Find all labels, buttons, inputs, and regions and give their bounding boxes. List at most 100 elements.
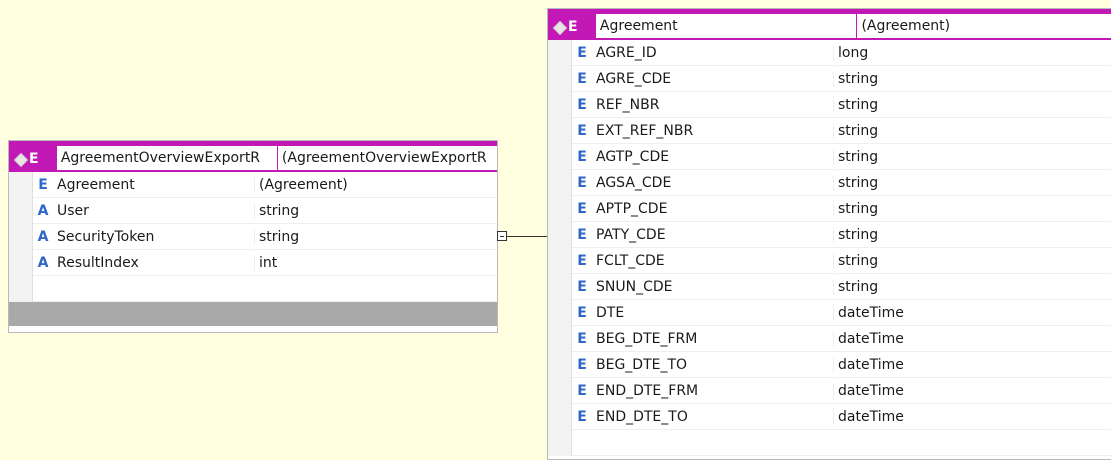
entity-diamond-icon: [15, 154, 25, 164]
field-name-cell[interactable]: E BEG_DTE_TO: [572, 356, 834, 373]
entity-title-name[interactable]: AgreementOverviewExportR: [56, 146, 278, 172]
field-name: END_DTE_FRM: [596, 382, 699, 399]
field-name-cell[interactable]: E AGTP_CDE: [572, 148, 834, 165]
field-name-cell[interactable]: A User: [33, 202, 255, 219]
field-kind-icon: E: [577, 304, 587, 321]
field-name-cell[interactable]: E AGSA_CDE: [572, 174, 834, 191]
entity-title-bar[interactable]: E Agreement (Agreement): [548, 9, 1111, 40]
field-type: string: [259, 228, 300, 245]
field-row[interactable]: A User string: [33, 198, 497, 224]
title-badges: E: [9, 146, 57, 172]
field-name: EXT_REF_NBR: [596, 122, 694, 139]
field-name: User: [57, 202, 89, 219]
field-name-cell[interactable]: E PATY_CDE: [572, 226, 834, 243]
field-row[interactable]: E REF_NBR string: [572, 92, 1111, 118]
fields-grid: E AGRE_ID long E AGRE_CDE string E REF_N…: [572, 40, 1111, 456]
field-type: dateTime: [838, 356, 904, 373]
field-type: string: [838, 70, 879, 87]
field-row[interactable]: A ResultIndex int: [33, 250, 497, 276]
field-name: AGTP_CDE: [596, 148, 670, 165]
field-name: SecurityToken: [57, 228, 155, 245]
field-name-cell[interactable]: A SecurityToken: [33, 228, 255, 245]
field-kind-icon: E: [38, 176, 48, 193]
field-name-cell[interactable]: E REF_NBR: [572, 96, 834, 113]
field-name-cell[interactable]: E AGRE_CDE: [572, 70, 834, 87]
field-type: string: [838, 96, 879, 113]
entity-agreementoverviewexport[interactable]: E AgreementOverviewExportR (AgreementOve…: [8, 140, 498, 333]
entity-fields: E Agreement (Agreement) A User string A …: [9, 172, 497, 302]
field-row[interactable]: E BEG_DTE_TO dateTime: [572, 352, 1111, 378]
field-type: dateTime: [838, 408, 904, 425]
field-row[interactable]: E EXT_REF_NBR string: [572, 118, 1111, 144]
field-type: dateTime: [838, 330, 904, 347]
field-row[interactable]: E AGRE_CDE string: [572, 66, 1111, 92]
field-name-cell[interactable]: E SNUN_CDE: [572, 278, 834, 295]
field-name: AGRE_ID: [596, 44, 657, 61]
field-name: BEG_DTE_FRM: [596, 330, 698, 347]
entity-title-type[interactable]: (Agreement): [857, 14, 1111, 40]
entity-title-name[interactable]: Agreement: [595, 14, 858, 40]
field-row[interactable]: E AGTP_CDE string: [572, 144, 1111, 170]
entity-type-badge: E: [29, 151, 39, 167]
field-row[interactable]: E DTE dateTime: [572, 300, 1111, 326]
field-type: dateTime: [838, 382, 904, 399]
field-row[interactable]: E END_DTE_FRM dateTime: [572, 378, 1111, 404]
fields-grid: E Agreement (Agreement) A User string A …: [33, 172, 497, 302]
field-row[interactable]: E BEG_DTE_FRM dateTime: [572, 326, 1111, 352]
field-type: string: [838, 174, 879, 191]
field-name: SNUN_CDE: [596, 278, 673, 295]
field-name-cell[interactable]: E BEG_DTE_FRM: [572, 330, 834, 347]
field-type: dateTime: [838, 304, 904, 321]
field-kind-icon: E: [577, 278, 587, 295]
field-row[interactable]: E FCLT_CDE string: [572, 248, 1111, 274]
field-name: FCLT_CDE: [596, 252, 665, 269]
field-name: AGSA_CDE: [596, 174, 672, 191]
field-kind-icon: E: [577, 382, 587, 399]
field-row[interactable]: E APTP_CDE string: [572, 196, 1111, 222]
field-kind-icon: E: [577, 122, 587, 139]
relationship-connector-line: [506, 236, 547, 237]
field-type: long: [838, 44, 869, 61]
field-kind-icon: E: [577, 174, 587, 191]
row-gutter: [9, 172, 33, 302]
field-name: PATY_CDE: [596, 226, 666, 243]
field-type: string: [838, 226, 879, 243]
field-name-cell[interactable]: E AGRE_ID: [572, 44, 834, 61]
field-name: DTE: [596, 304, 625, 321]
field-type: string: [838, 278, 879, 295]
field-name-cell[interactable]: E END_DTE_TO: [572, 408, 834, 425]
field-kind-icon: A: [37, 228, 49, 245]
field-row[interactable]: E SNUN_CDE string: [572, 274, 1111, 300]
field-name: AGRE_CDE: [596, 70, 672, 87]
field-row[interactable]: E END_DTE_TO dateTime: [572, 404, 1111, 430]
field-kind-icon: E: [577, 356, 587, 373]
empty-row[interactable]: [33, 276, 497, 302]
entity-agreement[interactable]: E Agreement (Agreement) E AGRE_ID long E…: [547, 8, 1111, 460]
field-kind-icon: A: [37, 202, 49, 219]
empty-row[interactable]: [572, 430, 1111, 456]
field-name-cell[interactable]: E EXT_REF_NBR: [572, 122, 834, 139]
field-name-cell[interactable]: E END_DTE_FRM: [572, 382, 834, 399]
entity-fields: E AGRE_ID long E AGRE_CDE string E REF_N…: [548, 40, 1111, 456]
field-row[interactable]: A SecurityToken string: [33, 224, 497, 250]
entity-footer-bar: [9, 302, 497, 326]
field-type: string: [838, 200, 879, 217]
field-kind-icon: E: [577, 330, 587, 347]
field-row[interactable]: E AGSA_CDE string: [572, 170, 1111, 196]
field-name: ResultIndex: [57, 254, 139, 271]
field-name-cell[interactable]: E DTE: [572, 304, 834, 321]
field-row[interactable]: E Agreement (Agreement): [33, 172, 497, 198]
field-name: END_DTE_TO: [596, 408, 688, 425]
field-name-cell[interactable]: E FCLT_CDE: [572, 252, 834, 269]
entity-title-bar[interactable]: E AgreementOverviewExportR (AgreementOve…: [9, 141, 497, 172]
field-name: REF_NBR: [596, 96, 660, 113]
field-type: (Agreement): [259, 176, 348, 193]
field-name-cell[interactable]: E APTP_CDE: [572, 200, 834, 217]
field-row[interactable]: E AGRE_ID long: [572, 40, 1111, 66]
field-type: int: [259, 254, 278, 271]
field-name-cell[interactable]: E Agreement: [33, 176, 255, 193]
field-kind-icon: A: [37, 254, 49, 271]
field-name-cell[interactable]: A ResultIndex: [33, 254, 255, 271]
field-row[interactable]: E PATY_CDE string: [572, 222, 1111, 248]
entity-title-type[interactable]: (AgreementOverviewExportR: [277, 146, 497, 172]
